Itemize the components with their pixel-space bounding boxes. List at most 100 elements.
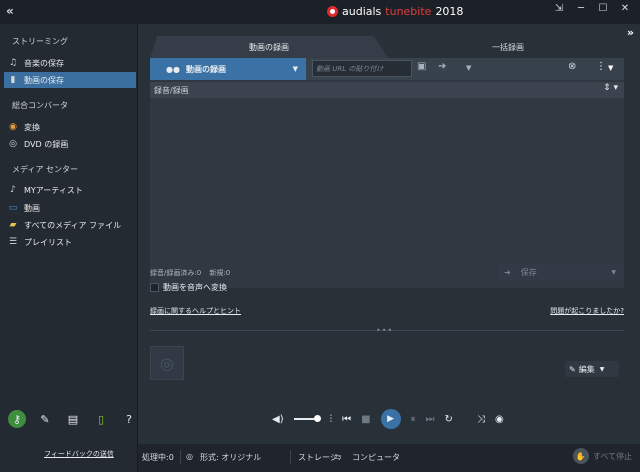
phone-icon[interactable]: ▯	[92, 410, 110, 428]
recorded-count: 録音/録画済み:0	[150, 269, 202, 277]
sidebar-tools: ⚷ ✎ ▤ ▯ ?	[8, 410, 138, 428]
shuffle-icon[interactable]: ⤨	[477, 414, 485, 425]
sidebar-item-convert[interactable]: ◉ 変換	[4, 119, 136, 135]
sidebar-item-label: DVD の録画	[24, 139, 69, 149]
feedback-link[interactable]: フィードバックの送信	[44, 449, 114, 459]
convert-audio-option[interactable]: 動画を音声へ変換	[150, 282, 227, 293]
edit-label: 編集	[578, 364, 595, 374]
more-options-icon[interactable]: ⋮	[596, 61, 606, 72]
status-bar: 処理中:0 ◎ 形式: オリジナル ストレージ: ▭ コンピュータ ✋ すべて停…	[138, 444, 640, 472]
sidebar-item-dvd[interactable]: ◎ DVD の録画	[4, 136, 136, 152]
arrow-right-icon: ➜	[504, 267, 511, 277]
paint-roller-icon[interactable]: ▤	[64, 410, 82, 428]
computer-icon: ▭	[334, 452, 342, 461]
music-note-icon: ♫	[8, 58, 18, 68]
arrow-right-icon[interactable]: ➜	[438, 61, 446, 72]
stop-hand-icon: ✋	[572, 448, 589, 464]
brand-name: audials	[342, 5, 382, 18]
camera-icon: ●●	[166, 64, 180, 74]
eye-icon[interactable]: ◉	[495, 414, 504, 425]
status-separator	[180, 450, 181, 464]
tab-video-record[interactable]: 動画の録画	[150, 36, 388, 58]
sidebar-item-movie[interactable]: ▭ 動画	[4, 200, 136, 216]
media-thumbnail: ◎	[150, 346, 184, 380]
app-logo: audials tunebite 2018	[327, 5, 463, 18]
sidebar-item-music[interactable]: ♫ 音楽の保存	[4, 55, 136, 71]
sidebar-item-playlist[interactable]: ☰ プレイリスト	[4, 234, 136, 250]
stop-all-button[interactable]: ✋ すべて停止	[572, 448, 632, 464]
new-count: 新規:0	[209, 269, 231, 277]
tab-label: 動画の録画	[249, 42, 289, 52]
minimize-icon[interactable]: ─	[570, 3, 592, 14]
playlist-icon: ☰	[8, 237, 18, 247]
help-icon[interactable]: ?	[120, 410, 138, 428]
equalizer-icon[interactable]: ⫶	[330, 414, 333, 425]
sidebar-item-label: 動画の保存	[24, 75, 64, 85]
list-header: 録音/録画	[150, 82, 624, 98]
status-separator	[290, 450, 291, 464]
volume-slider[interactable]	[293, 415, 321, 422]
chevron-down-icon[interactable]: ▼	[466, 64, 471, 72]
previous-icon[interactable]: ⏮	[342, 414, 351, 425]
repeat-icon[interactable]: ↻	[445, 414, 453, 425]
tab-label: 一括録画	[492, 42, 524, 52]
play-icon: ▶	[387, 414, 394, 424]
sidebar-section-streaming: ストリーミング	[12, 37, 68, 46]
storage-target[interactable]: コンピュータ	[352, 452, 400, 463]
restore-icon[interactable]: ⇲	[548, 3, 570, 14]
chevron-down-icon[interactable]: ▼	[608, 64, 613, 72]
edit-button[interactable]: ✎ 編集 ▼	[565, 361, 619, 377]
sidebar-item-all-files[interactable]: ▰ すべてのメディア ファイル	[4, 217, 136, 233]
close-icon[interactable]: ✕	[614, 3, 636, 14]
play-button[interactable]: ▶	[380, 409, 401, 429]
sidebar-section-converter: 総合コンバータ	[12, 101, 68, 110]
audials-logo-icon	[327, 6, 338, 17]
record-mode-dropdown[interactable]: ●● 動画の録画 ▼	[150, 58, 306, 80]
sidebar-item-label: 音楽の保存	[24, 58, 64, 68]
pause-icon[interactable]: ⏸	[411, 414, 416, 425]
main-panel: » 動画の録画 一括録画 ●● 動画の録画 ▼ ▣ ➜ ▼ ⊗ ⋮ ▼ 録音/録…	[138, 24, 640, 444]
volume-knob[interactable]	[313, 415, 321, 422]
next-icon[interactable]: ⏭	[426, 414, 435, 425]
wrench-icon[interactable]: ✎	[36, 410, 54, 428]
splitter-grip-icon[interactable]: •••	[376, 326, 393, 335]
sidebar-item-label: すべてのメディア ファイル	[24, 220, 122, 230]
brand-product: tunebite	[385, 5, 432, 18]
sidebar-item-artist[interactable]: ♪ MYアーティスト	[4, 182, 136, 198]
help-tips-link[interactable]: 録画に関するヘルプとヒント	[150, 306, 241, 316]
format-info-icon: ◎	[186, 452, 193, 461]
recording-panel: ●● 動画の録画 ▼ ▣ ➜ ▼ ⊗ ⋮ ▼ 録音/録画 ⇕ ▾	[150, 58, 624, 288]
sidebar-item-label: MYアーティスト	[24, 185, 83, 195]
clear-icon[interactable]: ⊗	[568, 61, 576, 72]
chevron-down-icon: ▼	[611, 268, 616, 276]
key-icon[interactable]: ⚷	[8, 410, 26, 428]
sidebar-item-video[interactable]: ▮ 動画の保存	[4, 72, 136, 88]
problem-link[interactable]: 問題が起こりましたか?	[550, 306, 624, 316]
sidebar-section-media: メディア センター	[12, 165, 78, 174]
tab-bulk-record[interactable]: 一括録画	[388, 36, 628, 58]
chevron-down-icon: ▼	[599, 365, 605, 373]
maximize-icon[interactable]: ☐	[592, 3, 614, 14]
sidebar: ストリーミング ♫ 音楽の保存 ▮ 動画の保存 総合コンバータ ◉ 変換 ◎ D…	[0, 24, 138, 472]
sort-icon[interactable]: ⇕ ▾	[603, 83, 618, 93]
chevron-down-icon: ▼	[292, 65, 298, 73]
paste-clipboard-icon[interactable]: ▣	[417, 61, 426, 72]
folder-icon: ▰	[9, 220, 17, 230]
collapse-sidebar-icon[interactable]: «	[6, 4, 14, 18]
format-status[interactable]: 形式: オリジナル	[200, 452, 261, 463]
recordings-list[interactable]	[150, 98, 624, 288]
convert-audio-checkbox[interactable]	[150, 283, 159, 292]
disc-icon: ◎	[9, 139, 17, 149]
pencil-icon: ✎	[569, 364, 576, 374]
recording-toolbar: ●● 動画の録画 ▼ ▣ ➜ ▼ ⊗ ⋮ ▼	[150, 58, 624, 80]
save-button[interactable]: ➜ 保存 ▼	[498, 264, 624, 280]
volume-icon[interactable]: ◀)	[272, 414, 284, 425]
artist-note-icon: ♪	[10, 185, 16, 195]
media-player-controls: ◀) ⫶ ⏮ ■ ▶ ⏸ ⏭ ↻ ⤨ ◉	[272, 408, 504, 430]
video-url-input[interactable]	[312, 60, 412, 77]
sidebar-item-label: 動画	[24, 203, 40, 213]
stop-icon[interactable]: ■	[361, 414, 370, 425]
save-label: 保存	[520, 267, 537, 277]
title-bar: « audials tunebite 2018 ⇲ ─ ☐ ✕	[0, 0, 640, 24]
brand-year: 2018	[435, 5, 464, 18]
